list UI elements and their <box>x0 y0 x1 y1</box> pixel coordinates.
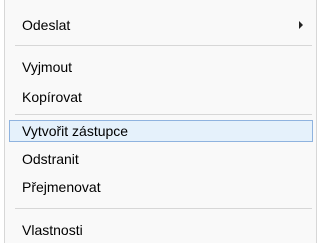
submenu-arrow-icon <box>299 21 303 29</box>
menu-separator <box>15 45 312 46</box>
menu-item-label: Odeslat <box>22 17 71 33</box>
menu-item-label: Přejmenovat <box>22 179 101 195</box>
menu-separator <box>15 208 312 209</box>
menu-item-copy[interactable]: Kopírovat <box>9 86 313 108</box>
menu-item-send-to[interactable]: Odeslat <box>9 14 313 36</box>
menu-item-cut[interactable]: Vyjmout <box>9 56 313 78</box>
menu-item-label: Odstranit <box>22 151 79 167</box>
menu-item-label: Kopírovat <box>22 89 82 105</box>
menu-item-properties[interactable]: Vlastnosti <box>9 219 313 241</box>
menu-item-create-shortcut[interactable]: Vytvořit zástupce <box>9 120 313 142</box>
menu-item-label: Vlastnosti <box>22 222 83 238</box>
menu-item-label: Vyjmout <box>22 59 73 75</box>
menu-item-delete[interactable]: Odstranit <box>9 148 313 170</box>
context-menu: Odeslat Vyjmout Kopírovat Vytvořit zástu… <box>4 0 317 243</box>
menu-separator <box>15 114 312 115</box>
menu-item-rename[interactable]: Přejmenovat <box>9 176 313 198</box>
menu-item-label: Vytvořit zástupce <box>22 123 129 139</box>
screen: Odeslat Vyjmout Kopírovat Vytvořit zástu… <box>0 0 327 243</box>
